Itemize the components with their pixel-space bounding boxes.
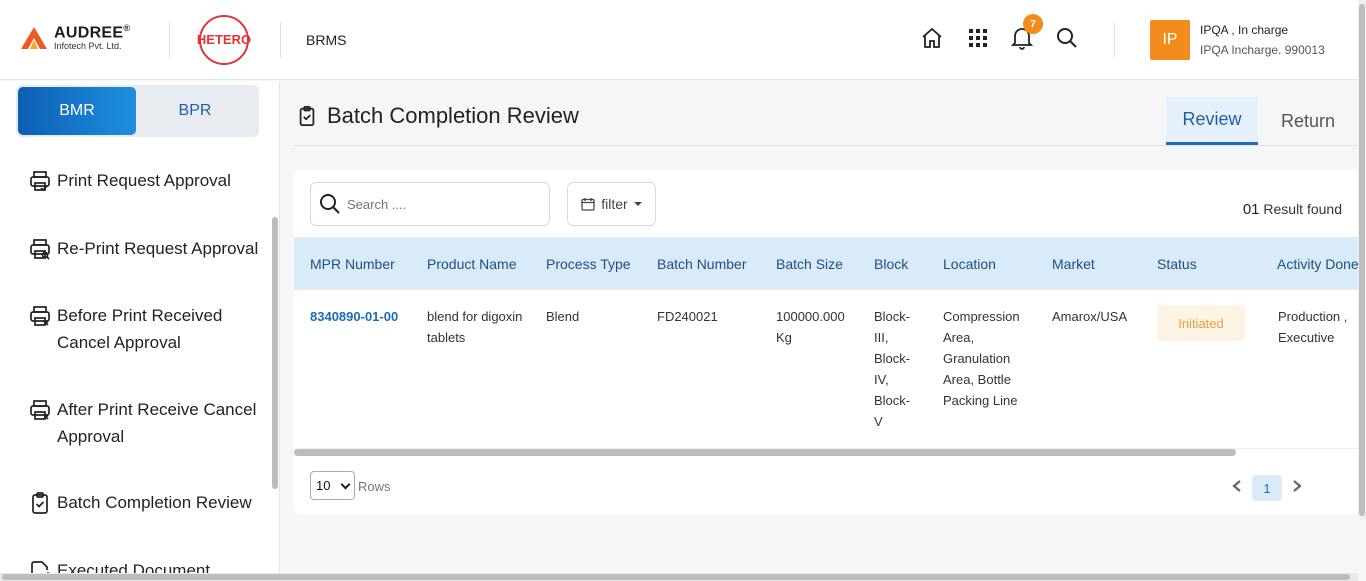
audree-logo[interactable]: AUDREE® Infotech Pvt. Ltd. (20, 24, 130, 51)
sidebar-item-label: Re-Print Request Approval (57, 239, 259, 258)
column-header[interactable]: Batch Number (657, 256, 746, 272)
results-card: filter 01 Result found MPR Number Produc… (294, 170, 1358, 514)
column-header[interactable]: Batch Size (776, 256, 843, 272)
page-title: Batch Completion Review (296, 103, 579, 129)
sidebar-item-reprint-request-approval[interactable]: Re-Print Request Approval (28, 235, 264, 262)
app-name: BRMS (306, 32, 347, 48)
sidebar-scrollbar[interactable] (272, 217, 278, 489)
segment-bpr[interactable]: BPR (136, 87, 254, 135)
registered-mark: ® (123, 23, 131, 33)
pagination-next-icon[interactable] (1287, 476, 1307, 496)
rows-per-page-value: 10 (316, 478, 331, 493)
column-header[interactable]: Location (943, 256, 996, 272)
apps-grid-icon[interactable] (965, 25, 991, 51)
sidebar: BMR BPR Print Request Approval Re-Print … (0, 81, 280, 581)
hetero-logo-icon: HETERO (197, 15, 251, 65)
user-name[interactable]: IPQA , In charge (1200, 23, 1288, 37)
clipboard-check-icon (32, 492, 48, 514)
pagination-prev-icon[interactable] (1227, 476, 1247, 496)
column-header[interactable]: Market (1052, 256, 1095, 272)
column-header[interactable]: Process Type (546, 256, 631, 272)
pagination-page[interactable]: 1 (1252, 475, 1282, 501)
hetero-logo: HETERO (193, 14, 255, 66)
product-name-cell: blend for digoxin tablets (427, 309, 523, 345)
rows-per-page-select[interactable]: 10 (310, 471, 355, 500)
caret-down-icon (633, 202, 642, 206)
header-divider (280, 22, 281, 58)
filter-label: filter (601, 196, 628, 212)
title-divider (294, 145, 1358, 146)
audree-logo-text: AUDREE® Infotech Pvt. Ltd. (54, 24, 130, 51)
activity-done-cell: Production , Executive (1278, 309, 1348, 345)
batch-size-cell: 100000.000 Kg (776, 309, 845, 345)
result-count-number: 01 (1242, 201, 1260, 218)
table-header: MPR Number Product Name Process Type Bat… (294, 237, 1358, 290)
rows-label: Rows (358, 479, 391, 494)
sidebar-item-after-print-receive-cancel-approval[interactable]: After Print Receive Cancel Approval (28, 396, 264, 450)
result-count: 01 Result found (1243, 201, 1342, 218)
sidebar-item-batch-completion-review[interactable]: Batch Completion Review (28, 489, 264, 516)
segment-bmr[interactable]: BMR (18, 87, 136, 135)
page-horizontal-scrollbar[interactable] (0, 573, 1358, 581)
result-count-text: Result found (1263, 201, 1342, 217)
calendar-icon (581, 198, 595, 211)
scrollbar-thumb[interactable] (2, 574, 1350, 580)
hetero-logo-text: HETERO (197, 32, 251, 47)
filter-button[interactable]: filter (567, 182, 656, 226)
company-name: AUDREE (54, 24, 124, 42)
record-type-toggle: BMR BPR (16, 85, 259, 137)
page-vertical-scrollbar[interactable] (1358, 0, 1366, 520)
sidebar-item-print-request-approval[interactable]: Print Request Approval (28, 167, 264, 194)
column-header[interactable]: Product Name (427, 256, 516, 272)
notification-badge: 7 (1023, 14, 1043, 34)
printer-check-icon (30, 171, 50, 192)
tab-review[interactable]: Review (1166, 97, 1258, 145)
page-title-text: Batch Completion Review (327, 103, 579, 128)
clipboard-check-icon (299, 105, 315, 127)
search-input[interactable] (347, 196, 537, 212)
column-header[interactable]: Status (1157, 256, 1197, 272)
batch-number-cell: FD240021 (657, 309, 718, 324)
printer-search-icon (30, 239, 50, 260)
search-icon (320, 194, 340, 214)
sidebar-item-label: After Print Receive Cancel Approval (57, 400, 257, 446)
company-subtitle: Infotech Pvt. Ltd. (54, 41, 122, 52)
user-avatar[interactable]: IP (1150, 20, 1190, 60)
printer-cancel-icon (30, 400, 50, 420)
sidebar-item-label: Batch Completion Review (57, 493, 252, 512)
header-divider (169, 22, 170, 58)
header-divider (1114, 22, 1115, 58)
audree-logo-icon (21, 26, 47, 49)
column-header[interactable]: MPR Number (310, 256, 395, 272)
column-header[interactable]: Block (874, 256, 908, 272)
sidebar-item-label: Print Request Approval (57, 171, 231, 190)
status-badge: Initiated (1157, 305, 1245, 341)
printer-cancel-icon (30, 306, 50, 326)
mpr-number-link[interactable]: 8340890-01-00 (310, 306, 415, 327)
app-header: AUDREE® Infotech Pvt. Ltd. HETERO BRMS 7… (0, 0, 1358, 80)
sidebar-item-before-print-received-cancel-approval[interactable]: Before Print Received Cancel Approval (28, 302, 264, 356)
tab-return[interactable]: Return (1266, 97, 1350, 145)
table-horizontal-scrollbar[interactable] (294, 449, 1236, 456)
chevron-down-icon (340, 479, 351, 490)
location-cell: Compression Area, Granulation Area, Bott… (943, 309, 1020, 408)
block-cell: Block-III, Block-IV, Block-V (874, 309, 911, 429)
search-box (310, 182, 550, 226)
search-icon[interactable] (1054, 25, 1080, 51)
column-header[interactable]: Activity Done (1277, 256, 1358, 272)
scrollbar-thumb[interactable] (1359, 4, 1365, 516)
home-icon[interactable] (919, 25, 945, 51)
market-cell: Amarox/USA (1052, 309, 1128, 324)
user-role: IPQA Incharge. 990013 (1200, 43, 1325, 57)
sidebar-item-label: Before Print Received Cancel Approval (57, 306, 223, 352)
process-type-cell: Blend (546, 309, 580, 324)
